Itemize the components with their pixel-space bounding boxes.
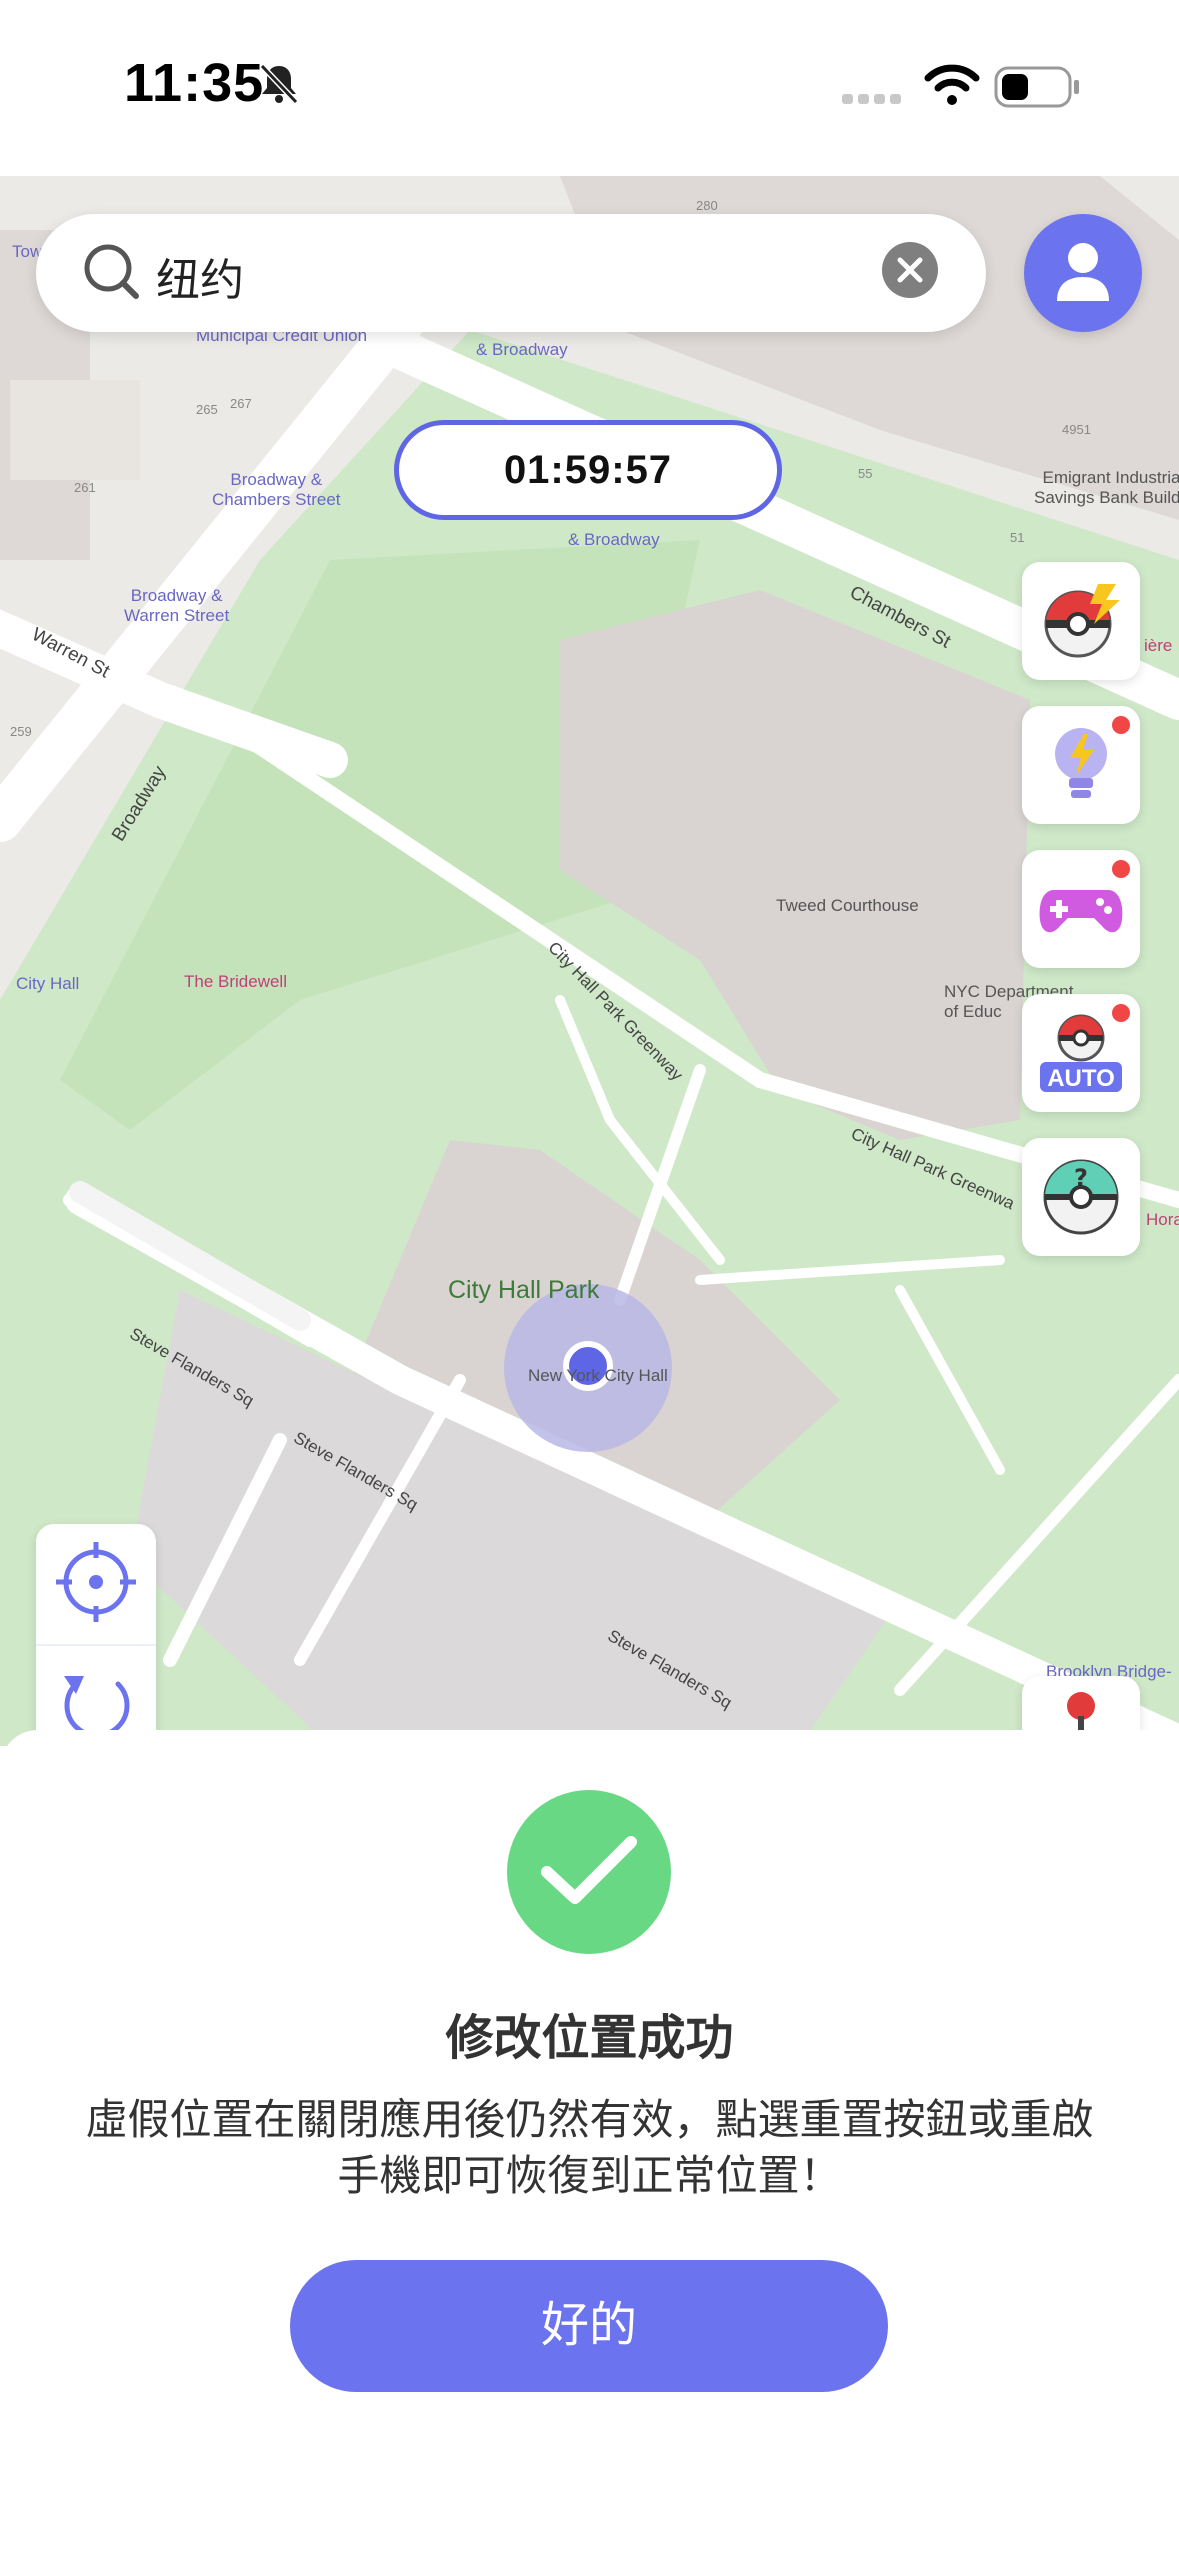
wifi-icon bbox=[924, 64, 980, 111]
user-icon bbox=[1057, 243, 1109, 301]
notification-badge bbox=[1112, 860, 1130, 878]
map-controls bbox=[36, 1524, 156, 1764]
gamepad-icon bbox=[1039, 890, 1123, 933]
auto-label: AUTO bbox=[1047, 1065, 1115, 1092]
map-label-4951: 4951 bbox=[1062, 422, 1091, 437]
clear-icon bbox=[897, 257, 923, 283]
map-label-broadway-warren: Broadway & Warren Street bbox=[124, 586, 230, 625]
locate-icon bbox=[56, 1542, 136, 1622]
locate-button[interactable] bbox=[36, 1524, 156, 1642]
map-label-265: 265 bbox=[196, 402, 218, 417]
map-label-broadway-mid: & Broadway bbox=[568, 530, 660, 549]
gamepad-button[interactable] bbox=[1022, 850, 1140, 968]
silent-bell-icon bbox=[256, 60, 302, 111]
pokeball-lightning-icon bbox=[1044, 584, 1120, 658]
countdown-timer[interactable]: 01:59:57 bbox=[394, 420, 782, 520]
map-label-new-city-hall: New York City Hall bbox=[528, 1366, 668, 1385]
status-bar: 11:35 bbox=[0, 0, 1179, 176]
dialog-title: 修改位置成功 bbox=[445, 2012, 734, 2065]
map-label-267: 267 bbox=[230, 396, 252, 411]
map-canvas[interactable] bbox=[0, 176, 1179, 1746]
search-bar[interactable]: 纽约 bbox=[36, 214, 986, 332]
question-ball-icon: ? bbox=[1043, 1159, 1119, 1235]
map-label-51: 51 bbox=[1010, 530, 1025, 545]
clear-search-button[interactable] bbox=[882, 242, 938, 298]
map-label-lumiere: ière bbox=[1144, 636, 1173, 655]
question-ball-button[interactable]: ? bbox=[1022, 1138, 1140, 1256]
map-label-horace: Hora bbox=[1146, 1210, 1179, 1229]
map-label-broadway-chambers: Broadway & Chambers Street bbox=[212, 470, 341, 509]
pokeball-lightning-button[interactable] bbox=[1022, 562, 1140, 680]
svg-text:?: ? bbox=[1074, 1164, 1088, 1192]
map-label-55: 55 bbox=[858, 466, 873, 481]
battery-icon bbox=[994, 66, 1082, 113]
signal-icon bbox=[842, 92, 904, 111]
map-label-city-hall-station: City Hall bbox=[16, 974, 80, 993]
ok-button[interactable]: 好的 bbox=[290, 2260, 888, 2392]
status-time: 11:35 bbox=[124, 53, 265, 113]
auto-catch-button[interactable]: AUTO bbox=[1022, 994, 1140, 1112]
map-view[interactable]: Municipal Credit Union Tow & Broadway Br… bbox=[0, 176, 1179, 1746]
profile-button[interactable] bbox=[1024, 214, 1142, 332]
map-label-261: 261 bbox=[74, 480, 96, 495]
search-input[interactable]: 纽约 bbox=[156, 244, 244, 308]
map-label-259: 259 bbox=[10, 724, 32, 739]
notification-badge bbox=[1112, 716, 1130, 734]
map-label-city-hall-park: City Hall Park bbox=[448, 1276, 600, 1304]
success-dialog: 修改位置成功 虛假位置在關閉應用後仍然有效，點選重置按鈕或重啟手機即可恢復到正常… bbox=[0, 1730, 1179, 2556]
success-check-icon bbox=[507, 1790, 671, 1954]
map-label-tweed: Tweed Courthouse bbox=[776, 896, 919, 915]
dialog-description: 虛假位置在關閉應用後仍然有效，點選重置按鈕或重啟手機即可恢復到正常位置！ bbox=[85, 2096, 1094, 2199]
lightbulb-button[interactable] bbox=[1022, 706, 1140, 824]
lightbulb-icon bbox=[1055, 728, 1107, 798]
map-label-bridewell: The Bridewell bbox=[184, 972, 287, 991]
map-label-broadway-top: & Broadway bbox=[476, 340, 568, 359]
map-label-280: 280 bbox=[696, 198, 718, 213]
search-icon bbox=[82, 242, 142, 307]
map-label-emigrant: Emigrant Industrial Savings Bank Buildi bbox=[1034, 468, 1179, 507]
notification-badge bbox=[1112, 1004, 1130, 1022]
